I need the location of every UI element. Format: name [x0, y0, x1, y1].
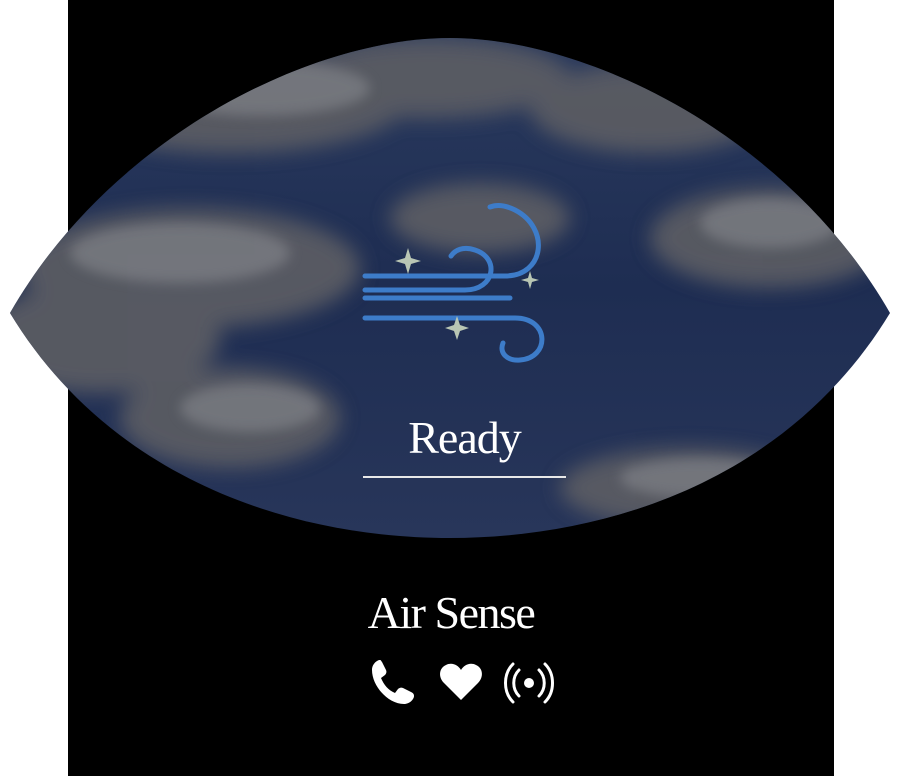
app-title: Air Sense [367, 587, 536, 638]
action-bar [368, 656, 558, 708]
phone-icon[interactable] [368, 656, 418, 708]
status-underline [363, 476, 566, 478]
status-label: Ready [408, 412, 522, 463]
broadcast-icon[interactable] [504, 656, 554, 708]
heart-icon[interactable] [436, 656, 486, 708]
wind-sparkle-icon [355, 198, 555, 368]
